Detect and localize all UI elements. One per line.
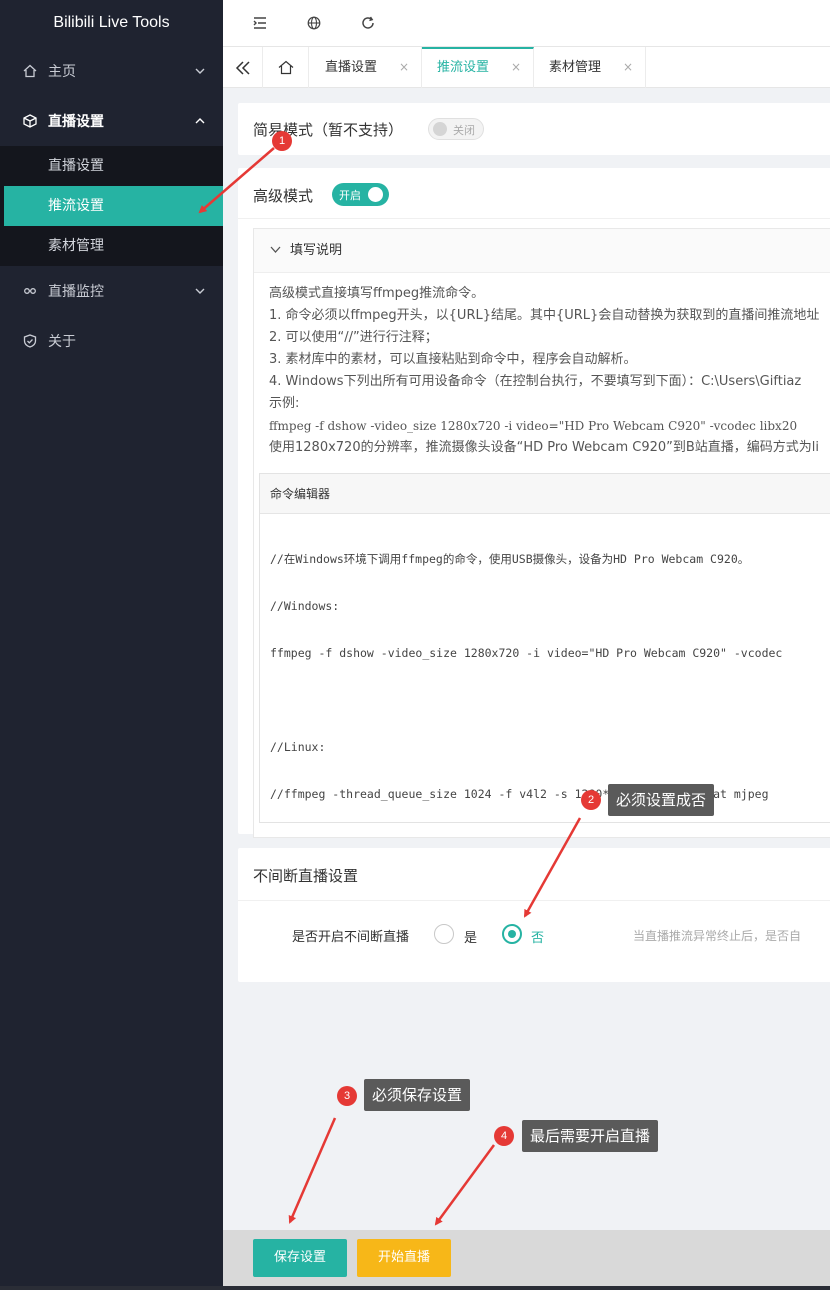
chevron-down-icon <box>195 288 205 294</box>
radio-yes-label[interactable]: 是 <box>464 927 477 946</box>
command-editor[interactable]: 命令编辑器 //在Windows环境下调用ffmpeg的命令，使用USB摄像头，… <box>259 473 830 823</box>
continuous-live-title: 不间断直播设置 <box>253 867 359 885</box>
chevron-down-icon <box>270 246 281 253</box>
top-bar <box>223 0 830 47</box>
instruction-line: 2. 可以使用“//”进行行注释； <box>269 330 438 345</box>
live-settings-submenu: 直播设置 推流设置 素材管理 <box>0 146 223 266</box>
submenu-item-materials[interactable]: 素材管理 <box>0 226 223 266</box>
cube-icon <box>22 113 38 129</box>
double-chevron-left-icon <box>235 61 250 75</box>
switch-label: 关闭 <box>453 124 475 137</box>
command-editor-title: 命令编辑器 <box>260 474 830 514</box>
monitor-icon <box>22 283 38 299</box>
instruction-line: 高级模式直接填写ffmpeg推流命令。 <box>269 286 485 301</box>
start-live-button[interactable]: 开始直播 <box>357 1239 451 1277</box>
switch-knob <box>368 187 383 202</box>
editor-line: //在Windows环境下调用ffmpeg的命令，使用USB摄像头，设备为HD … <box>270 552 750 566</box>
instruction-line: 4. Windows下列出所有可用设备命令（在控制台执行，不要填写到下面）：C:… <box>269 374 802 389</box>
window-bottom-edge <box>0 1286 830 1290</box>
instruction-line: 1. 命令必须以ffmpeg开头，以{URL}结尾。其中{URL}会自动替换为获… <box>269 308 820 323</box>
continuous-live-card: 不间断直播设置 是否开启不间断直播 是 否 当直播推流异常终止后，是否自 <box>238 848 830 982</box>
sidebar: Bilibili Live Tools 主页 直播设置 直播设置 推流设置 素材… <box>0 0 223 1290</box>
sidebar-item-label: 直播设置 <box>48 114 104 130</box>
tab-label: 推流设置 <box>437 60 490 75</box>
annotation-badge-2: 2 <box>581 790 601 810</box>
bottom-action-bar: 保存设置 开始直播 <box>223 1230 830 1286</box>
tab-bar: 直播设置 × 推流设置 × 素材管理 × <box>223 47 830 88</box>
submenu-item-live-settings[interactable]: 直播设置 <box>0 146 223 186</box>
divider <box>238 900 830 901</box>
advanced-mode-switch[interactable]: 开启 <box>332 183 389 206</box>
annotation-callout-2: 必须设置成否 <box>608 784 715 816</box>
main-content: 简易模式（暂不支持） 关闭 高级模式 开启 填写说明 高级模式直接填写ffmpe… <box>223 88 830 1230</box>
instruction-example-command: ffmpeg -f dshow -video_size 1280x720 -i … <box>269 419 798 433</box>
app-brand: Bilibili Live Tools <box>53 14 170 31</box>
editor-line: ffmpeg -f dshow -video_size 1280x720 -i … <box>270 646 783 660</box>
refresh-icon[interactable] <box>357 12 379 34</box>
instruction-line: 3. 素材库中的素材，可以直接粘贴到命令中，程序会自动解析。 <box>269 352 637 367</box>
chevron-down-icon <box>195 68 205 74</box>
continuous-live-label: 是否开启不间断直播 <box>292 930 410 945</box>
sidebar-item-live-settings[interactable]: 直播设置 <box>0 96 223 146</box>
radio-no[interactable] <box>502 924 522 944</box>
close-icon[interactable]: × <box>399 47 409 88</box>
annotation-callout-4: 最后需要开启直播 <box>522 1120 659 1152</box>
sidebar-item-label: 关于 <box>48 334 76 350</box>
instructions-body: 高级模式直接填写ffmpeg推流命令。 1. 命令必须以ffmpeg开头，以{U… <box>254 273 830 459</box>
instructions-title: 填写说明 <box>290 243 343 258</box>
home-icon <box>278 60 294 75</box>
instructions-header[interactable]: 填写说明 <box>254 229 830 273</box>
globe-icon[interactable] <box>303 12 325 34</box>
sidebar-item-label: 直播监控 <box>48 284 104 300</box>
annotation-badge-4: 4 <box>494 1126 514 1146</box>
annotation-badge-3: 3 <box>337 1086 357 1106</box>
annotation-badge-1: 1 <box>272 131 292 151</box>
command-editor-textarea[interactable]: //在Windows环境下调用ffmpeg的命令，使用USB摄像头，设备为HD … <box>260 514 830 832</box>
tab-push-settings[interactable]: 推流设置 × <box>422 47 534 88</box>
tabs-collapse-button[interactable] <box>223 47 263 88</box>
instructions-panel: 填写说明 高级模式直接填写ffmpeg推流命令。 1. 命令必须以ffmpeg开… <box>253 228 830 838</box>
editor-line: //Linux: <box>270 740 326 754</box>
editor-line: //Windows: <box>270 599 340 613</box>
annotation-callout-3: 必须保存设置 <box>364 1079 471 1111</box>
tab-materials[interactable]: 素材管理 × <box>534 47 646 88</box>
advanced-mode-title: 高级模式 <box>253 187 314 205</box>
switch-label: 开启 <box>339 189 361 202</box>
simple-mode-switch[interactable]: 关闭 <box>428 118 484 140</box>
continuous-live-hint: 当直播推流异常终止后，是否自 <box>633 929 802 943</box>
editor-line: //ffmpeg -thread_queue_size 1024 -f v4l2… <box>270 787 769 801</box>
sidebar-item-home[interactable]: 主页 <box>0 46 223 96</box>
switch-knob <box>433 122 447 136</box>
close-icon[interactable]: × <box>623 47 633 88</box>
sidebar-item-label: 主页 <box>48 64 76 80</box>
chevron-up-icon <box>195 118 205 124</box>
close-icon[interactable]: × <box>511 49 521 86</box>
menu-fold-icon[interactable] <box>249 12 271 34</box>
submenu-item-push-settings[interactable]: 推流设置 <box>4 186 223 226</box>
save-button[interactable]: 保存设置 <box>253 1239 347 1277</box>
radio-yes[interactable] <box>434 924 454 944</box>
instruction-line: 使用1280x720的分辨率，推流摄像头设备“HD Pro Webcam C92… <box>269 440 820 455</box>
sidebar-item-live-monitor[interactable]: 直播监控 <box>0 266 223 316</box>
divider <box>238 218 830 219</box>
simple-mode-card: 简易模式（暂不支持） 关闭 <box>238 103 830 155</box>
tab-label: 直播设置 <box>325 60 378 75</box>
tab-home[interactable] <box>263 47 309 88</box>
sidebar-item-about[interactable]: 关于 <box>0 316 223 366</box>
tab-label: 素材管理 <box>549 60 602 75</box>
home-icon <box>22 63 38 79</box>
shield-icon <box>22 333 38 349</box>
tab-live-settings[interactable]: 直播设置 × <box>309 47 422 88</box>
radio-no-label[interactable]: 否 <box>531 927 544 946</box>
instruction-line: 示例: <box>269 396 300 411</box>
advanced-mode-card: 高级模式 开启 填写说明 高级模式直接填写ffmpeg推流命令。 1. 命令必须… <box>238 168 830 838</box>
